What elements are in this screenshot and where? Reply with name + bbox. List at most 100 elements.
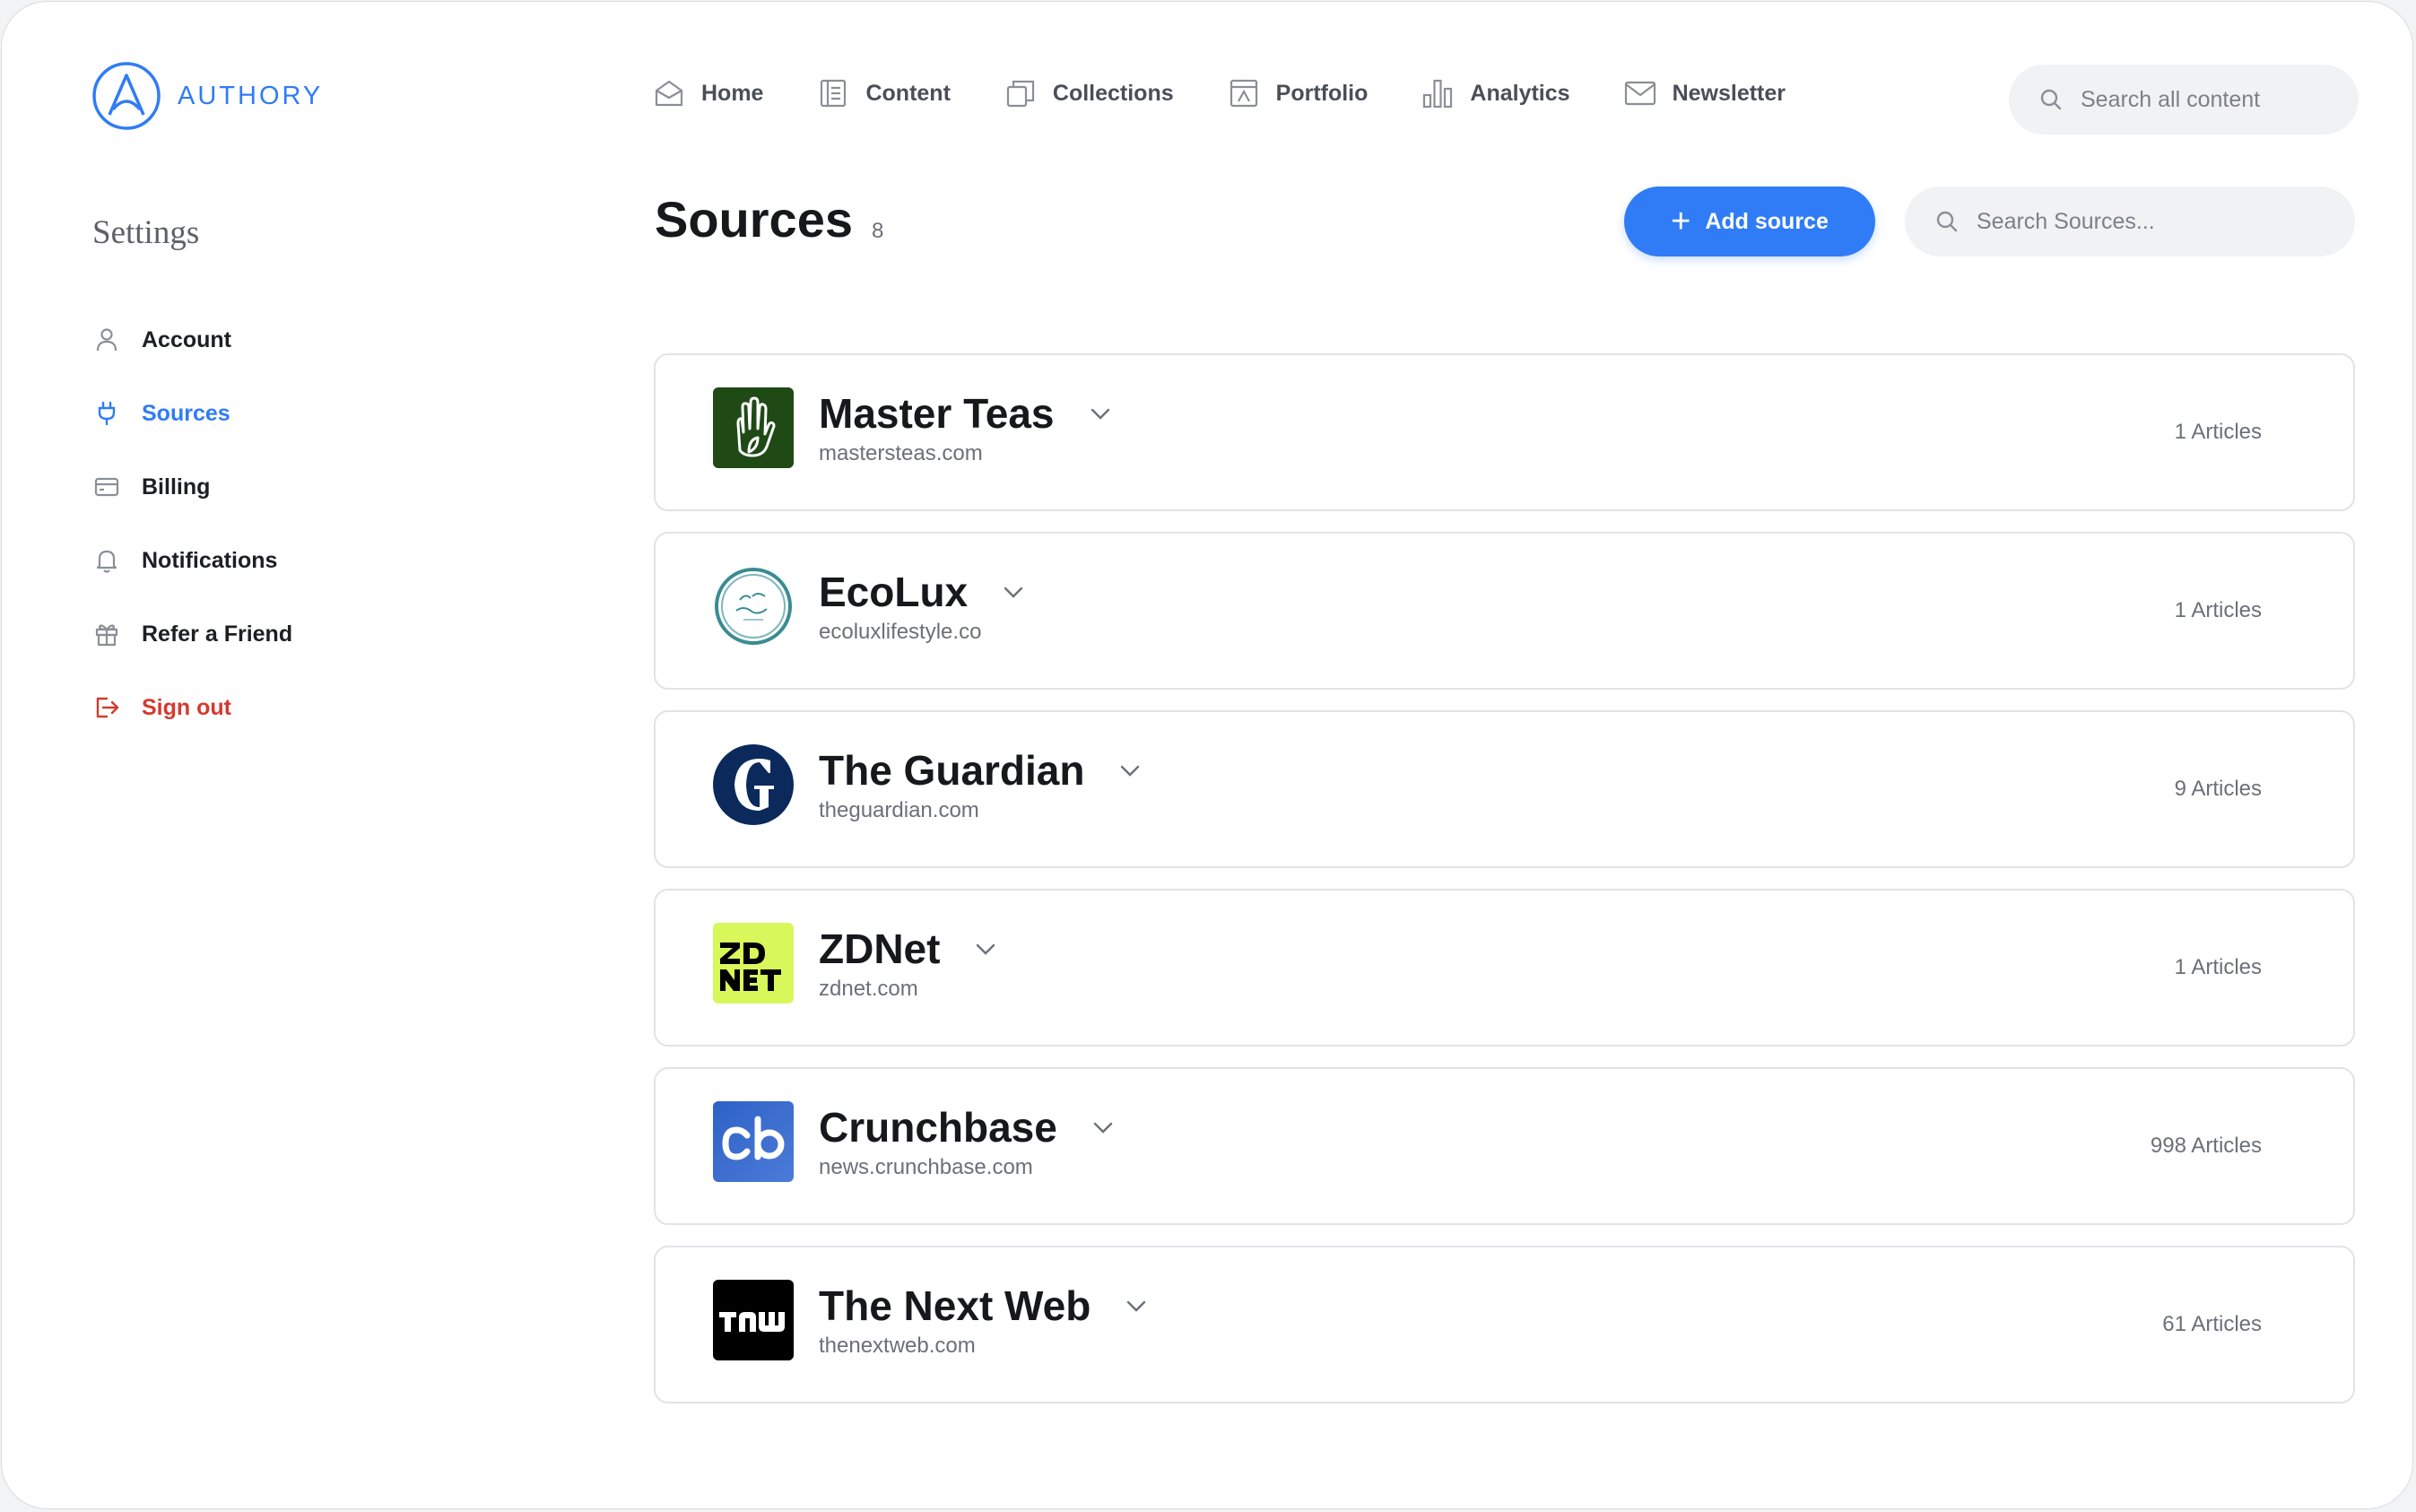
chevron-down-icon[interactable] — [1126, 1299, 1148, 1313]
source-card[interactable]: EcoLux ecoluxlifestyle.co 1 Articles — [654, 532, 2355, 690]
credit-card-icon — [91, 472, 122, 502]
guardian-g-icon — [713, 744, 794, 825]
nav-content[interactable]: Content — [817, 77, 951, 109]
source-article-count: 1 Articles — [2174, 598, 2262, 622]
settings-sidebar: Account Sources Billing Notifications Re… — [91, 303, 292, 744]
source-domain: mastersteas.com — [819, 441, 983, 465]
analytics-icon — [1421, 77, 1454, 109]
sidebar-item-sources[interactable]: Sources — [91, 377, 292, 450]
chevron-down-icon[interactable] — [1091, 406, 1112, 421]
top-navigation: Home Content Collections Portfolio Analy… — [653, 77, 1786, 109]
source-card[interactable]: Master Teas mastersteas.com 1 Articles — [654, 353, 2355, 511]
collections-icon — [1004, 77, 1037, 109]
chevron-down-icon[interactable] — [1004, 585, 1025, 599]
source-card[interactable]: The Next Web thenextweb.com 61 Articles — [654, 1246, 2355, 1403]
sidebar-item-label: Account — [142, 326, 231, 352]
source-name-row: EcoLux — [819, 568, 1025, 616]
sources-list: Master Teas mastersteas.com 1 Articles E… — [654, 353, 2355, 1424]
brand-name: AUTHORY — [178, 81, 324, 110]
source-card[interactable]: The Guardian theguardian.com 9 Articles — [654, 710, 2355, 868]
sign-out-icon — [91, 692, 122, 723]
nav-analytics[interactable]: Analytics — [1421, 77, 1570, 109]
chevron-down-icon[interactable] — [1093, 1120, 1115, 1134]
nav-portfolio[interactable]: Portfolio — [1228, 77, 1369, 109]
sidebar-item-account[interactable]: Account — [91, 303, 292, 377]
plus-icon: + — [1671, 203, 1691, 240]
source-name: Crunchbase — [819, 1104, 1057, 1151]
source-name: EcoLux — [819, 569, 969, 615]
sidebar-item-label: Billing — [142, 474, 211, 500]
source-domain: zdnet.com — [819, 977, 918, 1001]
search-icon — [1936, 211, 1958, 232]
nav-label: Portfolio — [1275, 80, 1369, 106]
tnw-icon — [719, 1312, 785, 1332]
source-card[interactable]: ZDNet zdnet.com 1 Articles — [654, 889, 2355, 1047]
nav-label: Content — [865, 80, 951, 106]
authory-logo[interactable]: AUTHORY — [91, 61, 323, 131]
source-name-row: Master Teas — [819, 389, 1112, 438]
app-window: AUTHORY Home Content Collections Portfol… — [1, 1, 2413, 1509]
source-article-count: 998 Articles — [2150, 1134, 2262, 1158]
settings-heading: Settings — [92, 214, 200, 251]
sidebar-item-label: Sources — [142, 400, 230, 426]
nav-label: Analytics — [1470, 80, 1570, 106]
sources-count: 8 — [872, 219, 884, 243]
home-icon — [653, 77, 685, 109]
source-name-row: The Guardian — [819, 746, 1142, 795]
source-domain: ecoluxlifestyle.co — [819, 620, 982, 644]
hand-leaf-logo — [713, 387, 794, 468]
source-name-row: Crunchbase — [819, 1103, 1115, 1151]
sidebar-item-label: Sign out — [142, 694, 231, 720]
source-article-count: 61 Articles — [2162, 1312, 2262, 1336]
source-name: Master Teas — [819, 390, 1055, 437]
source-domain: news.crunchbase.com — [819, 1155, 1033, 1179]
source-article-count: 1 Articles — [2174, 955, 2262, 979]
source-name: The Next Web — [819, 1282, 1091, 1329]
nav-home[interactable]: Home — [653, 77, 763, 109]
add-source-button[interactable]: + Add source — [1624, 187, 1875, 256]
nav-label: Collections — [1052, 80, 1174, 106]
crunchbase-cb-icon — [722, 1116, 785, 1160]
nav-label: Newsletter — [1672, 80, 1786, 106]
ecolux-wreath-logo — [713, 566, 794, 647]
add-source-label: Add source — [1705, 208, 1829, 234]
authory-logo-icon — [92, 62, 161, 130]
bell-icon — [91, 545, 122, 576]
sidebar-item-refer-a-friend[interactable]: Refer a Friend — [91, 597, 292, 671]
chevron-down-icon[interactable] — [1120, 763, 1142, 778]
page-title: Sources — [655, 191, 853, 248]
content-icon — [817, 77, 849, 109]
nav-collections[interactable]: Collections — [1004, 77, 1174, 109]
gift-icon — [91, 619, 122, 649]
source-article-count: 1 Articles — [2174, 420, 2262, 444]
guardian-g-logo — [713, 744, 794, 825]
source-article-count: 9 Articles — [2174, 777, 2262, 801]
global-search-input[interactable] — [2079, 85, 2333, 114]
global-search[interactable] — [2009, 65, 2359, 135]
newsletter-icon — [1624, 77, 1656, 109]
crunchbase-cb-logo — [713, 1101, 794, 1182]
source-name: The Guardian — [819, 747, 1085, 794]
source-domain: thenextweb.com — [819, 1334, 976, 1358]
chevron-down-icon[interactable] — [976, 942, 997, 956]
sidebar-item-label: Refer a Friend — [142, 621, 293, 647]
portfolio-icon — [1228, 77, 1260, 109]
sources-search-input[interactable] — [1975, 207, 2229, 236]
nav-newsletter[interactable]: Newsletter — [1624, 77, 1786, 109]
source-domain: theguardian.com — [819, 798, 979, 822]
source-card[interactable]: Crunchbase news.crunchbase.com 998 Artic… — [654, 1067, 2355, 1225]
source-name-row: ZDNet — [819, 925, 997, 973]
source-name-row: The Next Web — [819, 1282, 1148, 1330]
source-name: ZDNet — [819, 925, 941, 972]
user-icon — [91, 325, 122, 355]
hand-leaf-icon — [736, 396, 776, 457]
sources-search[interactable] — [1905, 187, 2355, 256]
nav-label: Home — [701, 80, 764, 106]
zdnet-icon — [720, 943, 781, 991]
tnw-logo — [713, 1280, 794, 1360]
sidebar-item-label: Notifications — [142, 547, 278, 573]
sidebar-item-notifications[interactable]: Notifications — [91, 524, 292, 597]
sidebar-item-sign-out[interactable]: Sign out — [91, 671, 292, 744]
sidebar-item-billing[interactable]: Billing — [91, 450, 292, 524]
zdnet-logo — [713, 923, 794, 1004]
